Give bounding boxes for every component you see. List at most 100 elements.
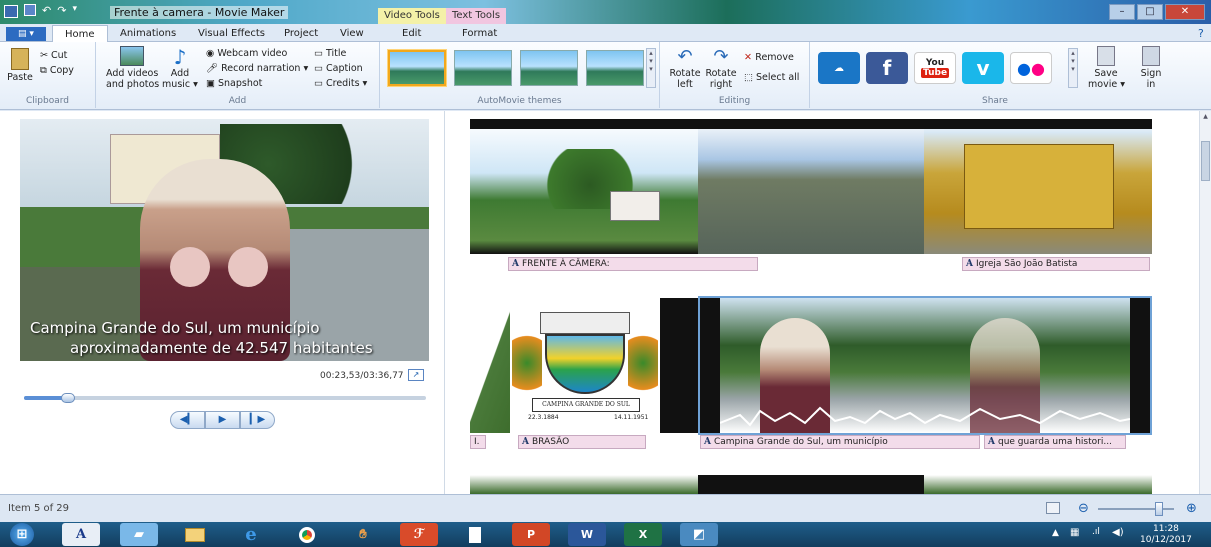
paste-button[interactable]: Paste: [6, 48, 34, 83]
rotate-left-button[interactable]: ↶ Rotate left: [668, 46, 702, 90]
vimeo-share-icon[interactable]: v: [962, 52, 1004, 84]
maximize-button[interactable]: □: [1137, 4, 1163, 20]
taskbar-app-a[interactable]: A: [62, 523, 100, 546]
scroll-thumb[interactable]: [1201, 141, 1210, 181]
themes-gallery-scroll[interactable]: ▴ ▾ ▾: [646, 48, 656, 88]
pane-divider[interactable]: [444, 111, 445, 494]
record-narration-button[interactable]: 🎤︎ Record narration ▾: [206, 63, 308, 74]
zoom-out-button[interactable]: ⊖: [1078, 501, 1089, 516]
copy-button[interactable]: ⧉ Copy: [40, 65, 74, 76]
caption-track-I[interactable]: I.: [470, 435, 486, 449]
minimize-button[interactable]: –: [1109, 4, 1135, 20]
tray-signal-icon[interactable]: .ıl: [1092, 527, 1100, 537]
fullscreen-preview-icon[interactable]: ↗: [408, 369, 424, 381]
video-preview[interactable]: Campina Grande do Sul, um município apro…: [20, 119, 429, 361]
clip-top-bar: [698, 119, 924, 129]
customize-qat-icon[interactable]: ▾: [72, 4, 77, 18]
theme-thumbnail-1[interactable]: [388, 50, 446, 86]
caption-track-igreja[interactable]: A Igreja São João Batista: [962, 257, 1150, 271]
seek-bar[interactable]: [24, 393, 426, 403]
caption-track-brasao[interactable]: A BRASÃO: [518, 435, 646, 449]
document-taskbar-icon[interactable]: [456, 523, 494, 546]
file-explorer-taskbar-icon[interactable]: [176, 523, 214, 546]
scroll-up-arrow[interactable]: ▲: [1201, 113, 1210, 121]
tab-project[interactable]: Project: [272, 28, 330, 39]
seek-thumb[interactable]: [61, 393, 76, 403]
zoom-thumb[interactable]: [1154, 502, 1163, 516]
storyboard-clip-row3-3[interactable]: [924, 475, 1152, 494]
credits-button[interactable]: ▭ Credits ▾: [314, 78, 367, 89]
caption-button[interactable]: ▭ Caption: [314, 63, 363, 74]
word-taskbar-icon[interactable]: W: [568, 523, 606, 546]
storyboard-clip-video-selected[interactable]: [698, 296, 1152, 435]
start-button-icon[interactable]: ⊞: [10, 523, 34, 546]
storyboard-clip-praca[interactable]: [470, 119, 698, 254]
select-all-button[interactable]: ⬚ Select all: [744, 72, 799, 83]
app-icon[interactable]: [4, 5, 18, 18]
storyboard-clip-row3-1[interactable]: [470, 475, 698, 494]
caption-igreja-label: Igreja São João Batista: [975, 259, 1078, 269]
tab-view[interactable]: View: [328, 28, 376, 39]
share-gallery-scroll[interactable]: ▴ ▾ ▾: [1068, 48, 1078, 88]
remove-button[interactable]: ✕ Remove: [744, 52, 794, 63]
theme-thumbnail-2[interactable]: [454, 50, 512, 86]
facebook-share-icon[interactable]: f: [866, 52, 908, 84]
title-button[interactable]: ▭ Title: [314, 48, 346, 59]
caption-glyph-icon: A: [966, 259, 973, 269]
tab-format[interactable]: Format: [450, 28, 509, 39]
hand-app-taskbar-icon[interactable]: ✋︎: [344, 523, 382, 546]
redo-icon[interactable]: ↷: [57, 4, 66, 18]
tab-visual-effects[interactable]: Visual Effects: [186, 28, 277, 39]
theme-thumbnail-4[interactable]: [586, 50, 644, 86]
caption-icon: ▭: [314, 63, 326, 74]
file-menu-button[interactable]: ▤ ▾: [6, 27, 46, 41]
flickr-share-icon[interactable]: ● ●: [1010, 52, 1052, 84]
foxit-taskbar-icon[interactable]: ℱ: [400, 523, 438, 546]
onedrive-share-icon[interactable]: ☁: [818, 52, 860, 84]
movie-maker-taskbar-icon[interactable]: ▰: [120, 523, 158, 546]
add-videos-button[interactable]: Add videos and photos: [106, 46, 159, 90]
previous-frame-button[interactable]: ◀▎: [170, 411, 205, 429]
youtube-share-icon[interactable]: You Tube: [914, 52, 956, 84]
tray-volume-icon[interactable]: ◀): [1112, 527, 1124, 538]
close-button[interactable]: ✕: [1165, 4, 1205, 20]
caption-track-historia[interactable]: Aque guarda uma histori...: [984, 435, 1126, 449]
save-movie-button[interactable]: Save movie ▾: [1088, 46, 1125, 90]
snapshot-icon: ▣: [206, 78, 218, 89]
zoom-in-button[interactable]: ⊕: [1186, 501, 1197, 516]
sign-in-button[interactable]: Sign in: [1136, 46, 1166, 90]
save-icon[interactable]: [24, 4, 36, 16]
tab-edit[interactable]: Edit: [390, 28, 433, 39]
help-icon[interactable]: ?: [1198, 27, 1204, 40]
excel-taskbar-icon[interactable]: X: [624, 523, 662, 546]
tray-show-hidden-icon[interactable]: ▲: [1052, 528, 1059, 538]
snapshot-button[interactable]: ▣ Snapshot: [206, 78, 262, 89]
storyboard-clip-brasao[interactable]: CAMPINA GRANDE DO SUL 22.3.1884 14.11.19…: [510, 298, 660, 433]
storyboard-clip-igreja[interactable]: [924, 119, 1152, 254]
emblem-crown: [540, 312, 630, 334]
internet-explorer-taskbar-icon[interactable]: e: [232, 523, 270, 546]
cut-button[interactable]: ✂ Cut: [40, 50, 67, 61]
zoom-slider[interactable]: [1098, 502, 1174, 516]
add-music-button[interactable]: ♪ Add music ▾: [162, 46, 198, 90]
tray-clock[interactable]: 11:28 10/12/2017: [1140, 524, 1192, 546]
webcam-video-button[interactable]: ◉ Webcam video: [206, 48, 287, 59]
tray-network-icon[interactable]: ▦: [1070, 527, 1079, 538]
photo-app-taskbar-icon[interactable]: ◩: [680, 523, 718, 546]
storyboard-scrollbar[interactable]: ▲: [1199, 111, 1211, 494]
next-frame-button[interactable]: ▎▶: [240, 411, 275, 429]
storyboard-clip-aerial[interactable]: [698, 119, 924, 254]
storyboard-clip-row3-2[interactable]: [698, 475, 924, 494]
chrome-taskbar-icon[interactable]: [288, 523, 326, 546]
theme-thumbnail-3[interactable]: [520, 50, 578, 86]
tab-animations[interactable]: Animations: [108, 28, 188, 39]
caption-track-municipio[interactable]: A Campina Grande do Sul, um município: [700, 435, 980, 449]
caption-track-frente[interactable]: A FRENTE À CÂMERA:: [508, 257, 758, 271]
play-button[interactable]: ▶: [205, 411, 240, 429]
undo-icon[interactable]: ↶: [42, 4, 51, 18]
rotate-right-button[interactable]: ↷ Rotate right: [704, 46, 738, 90]
remove-x-icon: ✕: [744, 52, 756, 63]
tab-home[interactable]: Home: [52, 25, 108, 43]
powerpoint-taskbar-icon[interactable]: P: [512, 523, 550, 546]
thumbnail-size-icon[interactable]: [1046, 502, 1060, 514]
